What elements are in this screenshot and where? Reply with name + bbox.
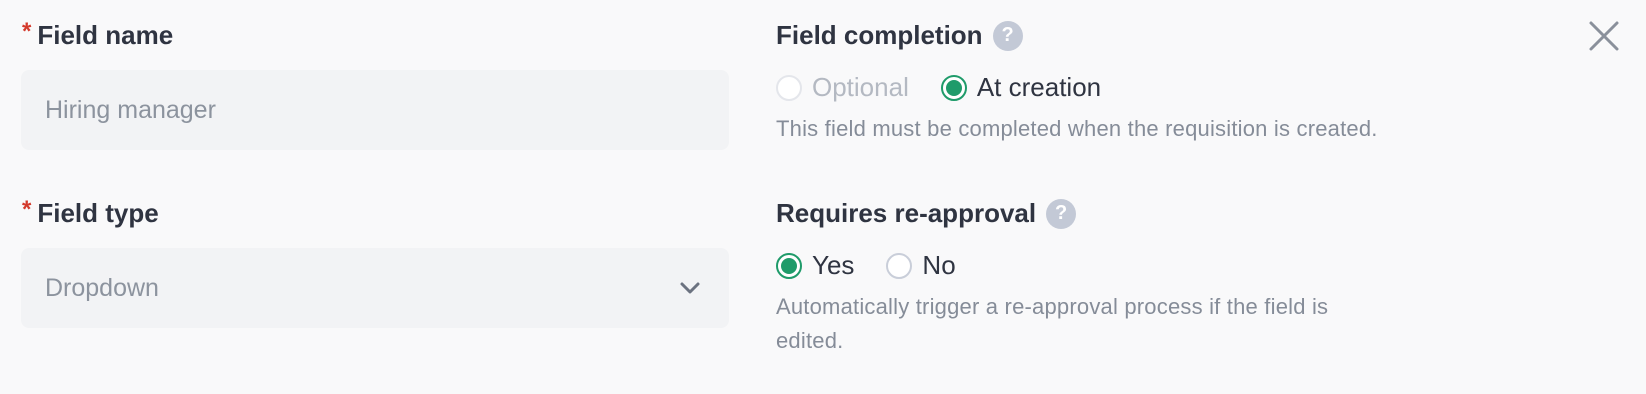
- field-type-value: Dropdown: [45, 273, 159, 302]
- chevron-down-icon[interactable]: [679, 281, 701, 295]
- radio-no-circle[interactable]: [886, 252, 913, 279]
- radio-no-label[interactable]: No: [922, 250, 955, 281]
- required-marker: *: [22, 17, 32, 45]
- requires-reapproval-description-line1: Automatically trigger a re-approval proc…: [776, 294, 1329, 319]
- requires-reapproval-description-line2: edited.: [776, 328, 844, 353]
- help-icon[interactable]: ?: [1046, 198, 1077, 229]
- radio-yes-circle[interactable]: [776, 252, 802, 279]
- radio-optional: Optional: [776, 72, 909, 103]
- field-completion-label: Field completion ?: [776, 20, 1023, 51]
- radio-optional-circle: [776, 74, 802, 101]
- field-name-label: * Field name: [22, 17, 174, 51]
- radio-yes[interactable]: Yes: [776, 250, 854, 281]
- field-completion-description: This field must be completed when the re…: [776, 116, 1378, 141]
- radio-no[interactable]: No: [886, 250, 956, 281]
- radio-yes-label[interactable]: Yes: [812, 250, 854, 281]
- close-icon[interactable]: [1588, 20, 1620, 52]
- field-completion-label-text: Field completion: [776, 20, 983, 50]
- field-name-value: Hiring manager: [45, 95, 216, 124]
- field-type-select[interactable]: Dropdown: [21, 248, 729, 328]
- requires-reapproval-description: Automatically trigger a re-approval proc…: [776, 290, 1328, 358]
- field-type-label: * Field type: [22, 195, 159, 229]
- requires-reapproval-label: Requires re-approval ?: [776, 198, 1077, 229]
- radio-at-creation-circle[interactable]: [940, 74, 967, 101]
- radio-optional-label: Optional: [812, 72, 909, 102]
- help-icon[interactable]: ?: [992, 20, 1023, 51]
- radio-at-creation-label[interactable]: At creation: [977, 72, 1101, 103]
- requires-reapproval-radio-group: Yes No: [776, 250, 988, 281]
- field-name-input[interactable]: Hiring manager: [21, 70, 729, 150]
- required-marker: *: [22, 195, 32, 223]
- field-type-label-text: Field type: [37, 198, 159, 228]
- requires-reapproval-label-text: Requires re-approval: [776, 198, 1037, 228]
- field-completion-radio-group: Optional At creation: [776, 72, 1133, 103]
- radio-at-creation[interactable]: At creation: [940, 72, 1101, 103]
- field-name-label-text: Field name: [37, 20, 174, 50]
